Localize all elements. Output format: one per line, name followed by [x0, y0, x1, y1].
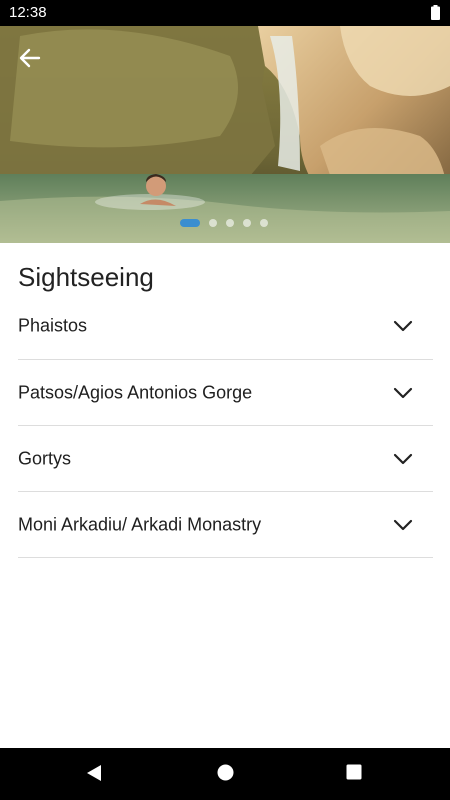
- list-item-label: Phaistos: [18, 315, 88, 336]
- triangle-back-icon[interactable]: [86, 764, 102, 782]
- battery-full-icon: [431, 5, 440, 20]
- hero-image-carousel[interactable]: [0, 26, 450, 243]
- chevron-down-icon[interactable]: [393, 453, 413, 465]
- carousel-dot-active[interactable]: [180, 219, 200, 227]
- carousel-dot[interactable]: [209, 219, 217, 227]
- circle-home-icon[interactable]: [217, 764, 234, 781]
- carousel-dot[interactable]: [243, 219, 251, 227]
- list-item-label: Moni Arkadiu/ Arkadi Monastry: [18, 514, 262, 534]
- status-time: 12:38: [9, 4, 47, 21]
- arrow-left-icon: [19, 48, 41, 68]
- square-recents-icon[interactable]: [346, 764, 362, 780]
- list-item-label: Gortys: [18, 448, 72, 468]
- list-item-label: Patsos/Agios Antonios Gorge: [18, 382, 253, 402]
- status-bar: 12:38: [0, 0, 450, 26]
- sightseeing-list: Phaistos Patsos/Agios Antonios Gorge Gor…: [18, 293, 433, 558]
- list-item-arkadi-monastery[interactable]: Moni Arkadiu/ Arkadi Monastry: [18, 492, 433, 558]
- section-title: Sightseeing: [18, 262, 154, 292]
- carousel-dot[interactable]: [226, 219, 234, 227]
- list-item-gortys[interactable]: Gortys: [18, 426, 433, 492]
- chevron-down-icon[interactable]: [393, 519, 413, 531]
- back-button[interactable]: [12, 40, 48, 76]
- chevron-down-icon[interactable]: [393, 387, 413, 399]
- system-nav-bar: [0, 748, 450, 800]
- carousel-dot[interactable]: [260, 219, 268, 227]
- carousel-indicator: [180, 219, 277, 227]
- chevron-down-icon[interactable]: [393, 320, 413, 332]
- gorge-waterfall-photo: [0, 26, 450, 243]
- list-item-patsos-gorge[interactable]: Patsos/Agios Antonios Gorge: [18, 360, 433, 426]
- list-item-phaistos[interactable]: Phaistos: [18, 293, 433, 360]
